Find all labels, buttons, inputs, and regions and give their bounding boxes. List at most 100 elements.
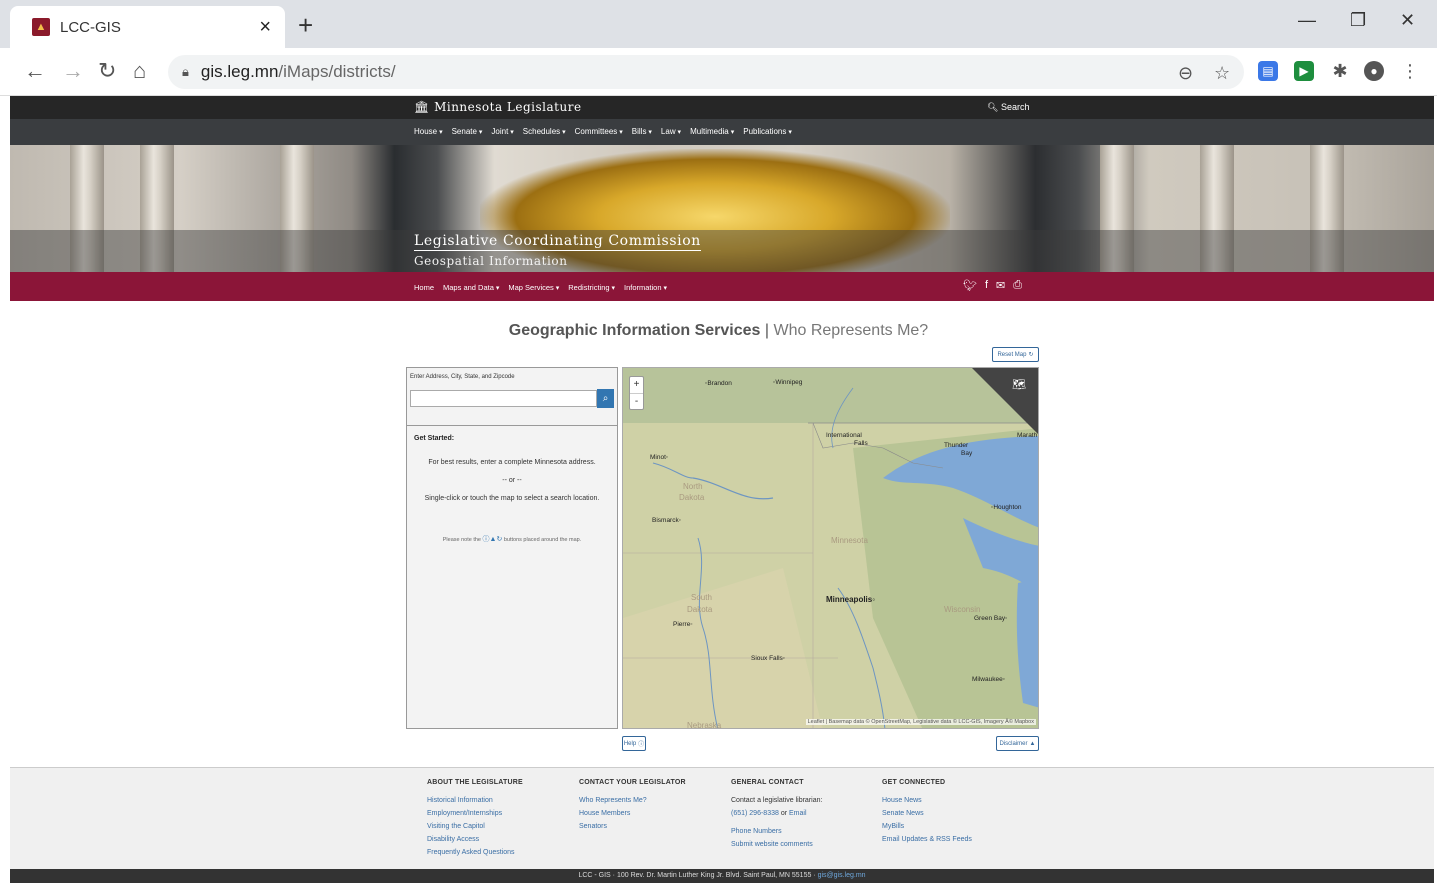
- footer-col-general-contact: GENERAL CONTACT Contact a legislative li…: [731, 779, 822, 851]
- footer-link-faq[interactable]: Frequently Asked Questions: [427, 846, 523, 859]
- district-map[interactable]: + - 🗺︎ ◦Brandon ◦Winnipeg International …: [622, 367, 1039, 729]
- get-started-line3: Single-click or touch the map to select …: [424, 495, 600, 502]
- extensions-puzzle-icon[interactable]: ✱: [1330, 61, 1350, 81]
- map-label-winnipeg: ◦Winnipeg: [773, 379, 803, 386]
- footer-address-email[interactable]: gis@gis.leg.mn: [818, 872, 866, 879]
- get-started-note: Please note the ⓘ▲↻ buttons placed aroun…: [407, 534, 617, 544]
- forward-icon[interactable]: →: [62, 58, 84, 84]
- page-title-sub: Who Represents Me?: [773, 322, 929, 339]
- reload-icon[interactable]: ↻: [98, 58, 116, 84]
- zoom-in-button[interactable]: +: [630, 377, 643, 393]
- footer-contact-line: (651) 296-8338 or Email: [731, 807, 822, 820]
- nav-law[interactable]: Law: [661, 127, 681, 136]
- subnav-information[interactable]: Information: [624, 283, 667, 292]
- zoom-out-button[interactable]: -: [630, 393, 643, 409]
- close-window-icon[interactable]: ✕: [1400, 10, 1415, 31]
- footer-link-phone-numbers[interactable]: Phone Numbers: [731, 825, 822, 838]
- nav-committees[interactable]: Committees: [575, 127, 623, 136]
- page-title: Geographic Information Services | Who Re…: [0, 322, 1437, 340]
- tab-close-icon[interactable]: ×: [259, 16, 271, 39]
- footer-link-visiting[interactable]: Visiting the Capitol: [427, 820, 523, 833]
- footer-address-bar: LCC - GIS · 100 Rev. Dr. Martin Luther K…: [10, 869, 1434, 883]
- map-label-south-dakota: South: [691, 593, 712, 602]
- home-icon[interactable]: ⌂: [133, 58, 146, 84]
- footer-link-senators[interactable]: Senators: [579, 820, 686, 833]
- profile-avatar-icon[interactable]: ●: [1364, 61, 1384, 81]
- search-label: Search: [1000, 102, 1030, 112]
- search-panel: Enter Address, City, State, and Zipcode …: [406, 367, 618, 729]
- map-label-minnesota: Minnesota: [831, 536, 868, 545]
- map-label-pierre: Pierre◦: [673, 621, 693, 628]
- map-label-north-dakota: North: [683, 482, 703, 491]
- main-nav: House Senate Joint Schedules Committees …: [10, 119, 1434, 145]
- help-label: Help: [623, 740, 637, 747]
- footer-link-email-updates[interactable]: Email Updates & RSS Feeds: [882, 833, 972, 846]
- footer-link-employment[interactable]: Employment/Internships: [427, 807, 523, 820]
- minimize-icon[interactable]: —: [1298, 10, 1316, 31]
- address-bar[interactable]: 🔒︎ gis.leg.mn/iMaps/districts/ ⊖ ☆: [168, 55, 1244, 89]
- footer-link-disability[interactable]: Disability Access: [427, 833, 523, 846]
- browser-menu-icon[interactable]: ⋮: [1400, 61, 1420, 81]
- reset-map-label: Reset Map: [997, 351, 1027, 358]
- note-prefix: Please note the: [442, 537, 481, 543]
- footer-phone-link[interactable]: (651) 296-8338: [731, 810, 779, 817]
- nav-publications[interactable]: Publications: [743, 127, 792, 136]
- subnav-redistricting[interactable]: Redistricting: [568, 283, 615, 292]
- facebook-icon[interactable]: f: [985, 279, 988, 292]
- nav-joint[interactable]: Joint: [491, 127, 513, 136]
- subnav-maps-and-data[interactable]: Maps and Data: [443, 283, 499, 292]
- footer-email-link[interactable]: Email: [789, 810, 807, 817]
- print-icon[interactable]: ⎙: [1013, 279, 1022, 292]
- reset-map-button[interactable]: Reset Map ↻: [992, 347, 1039, 362]
- site-favicon-icon: ▲: [32, 18, 50, 36]
- info-icon: ⓘ: [482, 536, 490, 543]
- email-icon[interactable]: ✉: [996, 279, 1005, 292]
- nav-house[interactable]: House: [414, 127, 443, 136]
- browser-tab[interactable]: ▲ LCC-GIS ×: [10, 6, 285, 48]
- back-icon[interactable]: ←: [24, 58, 46, 84]
- lock-icon: 🔒︎: [182, 64, 189, 79]
- restore-icon[interactable]: ❐: [1350, 10, 1366, 31]
- address-search-input[interactable]: [410, 390, 597, 407]
- site-header: 🏛︎ Minnesota Legislature 🔍︎ Search House…: [10, 96, 1434, 301]
- refresh-icon: ↻: [1028, 352, 1034, 358]
- subnav-map-services[interactable]: Map Services: [508, 283, 559, 292]
- footer-link-house-news[interactable]: House News: [882, 794, 972, 807]
- zoom-icon[interactable]: ⊖: [1178, 63, 1193, 84]
- twitter-icon[interactable]: 🐦︎: [963, 279, 977, 292]
- footer-link-historical[interactable]: Historical Information: [427, 794, 523, 807]
- page-title-main: Geographic Information Services: [508, 322, 761, 339]
- map-label-brandon: ◦Brandon: [705, 380, 732, 387]
- help-button[interactable]: Help ⓘ: [622, 736, 646, 751]
- warning-icon: ▲: [1029, 740, 1036, 747]
- map-label-north-dakota-2: Dakota: [679, 493, 705, 502]
- map-label-green-bay: Green Bay◦: [974, 615, 1008, 622]
- nav-schedules[interactable]: Schedules: [523, 127, 566, 136]
- disclaimer-button[interactable]: Disclaimer ▲: [996, 736, 1039, 751]
- nav-bills[interactable]: Bills: [632, 127, 652, 136]
- extension-docs-icon[interactable]: ▤: [1258, 61, 1278, 81]
- refresh-icon: ↻: [496, 536, 503, 543]
- map-attribution[interactable]: Leaflet | Basemap data © OpenStreetMap, …: [805, 719, 1036, 725]
- map-layers-icon[interactable]: 🗺︎: [1012, 378, 1026, 391]
- map-label-intl-falls-2: Falls: [854, 440, 868, 447]
- footer-link-senate-news[interactable]: Senate News: [882, 807, 972, 820]
- footer-link-house-members[interactable]: House Members: [579, 807, 686, 820]
- footer-link-submit-comments[interactable]: Submit website comments: [731, 838, 822, 851]
- browser-tabstrip: ▲ LCC-GIS × + — ❐ ✕: [0, 0, 1437, 48]
- subnav-home[interactable]: Home: [414, 283, 434, 292]
- map-label-wisconsin: Wisconsin: [944, 605, 981, 614]
- bookmark-star-icon[interactable]: ☆: [1214, 63, 1230, 84]
- brand-logo[interactable]: 🏛︎ Minnesota Legislature: [414, 100, 582, 114]
- nav-senate[interactable]: Senate: [452, 127, 483, 136]
- search-link[interactable]: 🔍︎ Search: [987, 102, 1029, 113]
- footer-link-who-represents[interactable]: Who Represents Me?: [579, 794, 686, 807]
- address-search-button[interactable]: ⌕: [597, 389, 614, 408]
- footer-link-mybills[interactable]: MyBills: [882, 820, 972, 833]
- hero-title[interactable]: Legislative Coordinating Commission: [414, 233, 701, 251]
- map-label-bismarck-text: Bismarck: [652, 517, 679, 524]
- new-tab-icon[interactable]: +: [298, 10, 313, 41]
- map-label-houghton: ◦Houghton: [991, 504, 1022, 511]
- nav-multimedia[interactable]: Multimedia: [690, 127, 734, 136]
- extension-green-icon[interactable]: ▶: [1294, 61, 1314, 81]
